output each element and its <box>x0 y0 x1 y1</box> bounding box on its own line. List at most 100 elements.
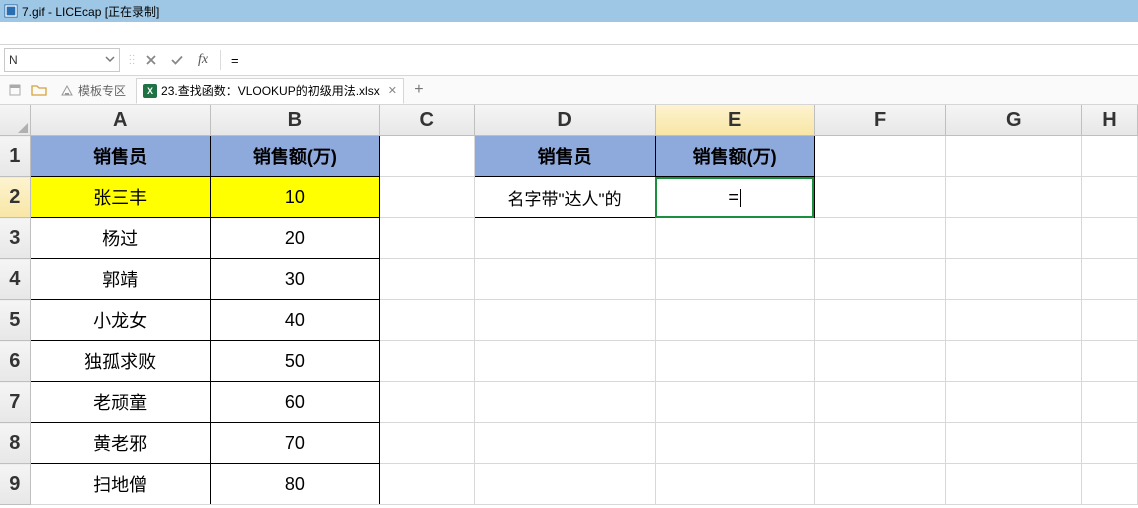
cell-C6[interactable] <box>379 341 474 382</box>
cell-C8[interactable] <box>379 423 474 464</box>
row-header-2[interactable]: 2 <box>0 177 30 218</box>
name-box[interactable]: N <box>4 48 120 72</box>
folder-icon[interactable] <box>28 79 50 101</box>
cell-F2[interactable] <box>814 177 946 218</box>
cell-B2[interactable]: 10 <box>210 177 379 218</box>
col-header-D[interactable]: D <box>474 105 655 136</box>
cell-F3[interactable] <box>814 218 946 259</box>
cell-D1[interactable]: 销售员 <box>474 136 655 177</box>
row-header-3[interactable]: 3 <box>0 218 30 259</box>
cell-C1[interactable] <box>379 136 474 177</box>
cell-F8[interactable] <box>814 423 946 464</box>
cancel-button[interactable] <box>138 49 164 71</box>
cell-B6[interactable]: 50 <box>210 341 379 382</box>
cell-C4[interactable] <box>379 259 474 300</box>
cell-D4[interactable] <box>474 259 655 300</box>
row-header-6[interactable]: 6 <box>0 341 30 382</box>
cell-G5[interactable] <box>946 300 1082 341</box>
spreadsheet-grid[interactable]: I A B C D E F G H 1 销售员 销售额(万) 销售员 销售额(万… <box>0 105 1138 508</box>
cell-D9[interactable] <box>474 464 655 505</box>
enter-button[interactable] <box>164 49 190 71</box>
cell-H2[interactable] <box>1082 177 1138 218</box>
col-header-E[interactable]: E <box>655 105 814 136</box>
cell-B9[interactable]: 80 <box>210 464 379 505</box>
cell-D3[interactable] <box>474 218 655 259</box>
cell-E3[interactable] <box>655 218 814 259</box>
col-header-H[interactable]: H <box>1082 105 1138 136</box>
cell-D8[interactable] <box>474 423 655 464</box>
cell-B3[interactable]: 20 <box>210 218 379 259</box>
select-all-corner[interactable] <box>0 105 30 136</box>
file-tab-active[interactable]: X 23.查找函数：VLOOKUP的初级用法.xlsx ✕ <box>136 78 404 104</box>
cell-B8[interactable]: 70 <box>210 423 379 464</box>
close-tab-icon[interactable]: ✕ <box>388 84 397 97</box>
cell-B5[interactable]: 40 <box>210 300 379 341</box>
cell-D2[interactable]: 名字带"达人"的 <box>474 177 655 218</box>
col-header-C[interactable]: C <box>379 105 474 136</box>
cell-G2[interactable] <box>946 177 1082 218</box>
cell-A7[interactable]: 老顽童 <box>30 382 210 423</box>
template-zone-button[interactable]: 模板专区 <box>52 79 134 101</box>
cell-H7[interactable] <box>1082 382 1138 423</box>
cell-F4[interactable] <box>814 259 946 300</box>
cell-H9[interactable] <box>1082 464 1138 505</box>
cell-E5[interactable] <box>655 300 814 341</box>
cell-B1[interactable]: 销售额(万) <box>210 136 379 177</box>
cell-G9[interactable] <box>946 464 1082 505</box>
cell-A9[interactable]: 扫地僧 <box>30 464 210 505</box>
cell-G7[interactable] <box>946 382 1082 423</box>
row-header-9[interactable]: 9 <box>0 464 30 505</box>
new-tab-button[interactable]: + <box>408 81 430 99</box>
cell-E1[interactable]: 销售额(万) <box>655 136 814 177</box>
cell-A8[interactable]: 黄老邪 <box>30 423 210 464</box>
cell-E8[interactable] <box>655 423 814 464</box>
cell-H6[interactable] <box>1082 341 1138 382</box>
name-box-dropdown-icon[interactable] <box>103 53 117 67</box>
cell-A1[interactable]: 销售员 <box>30 136 210 177</box>
row-header-5[interactable]: 5 <box>0 300 30 341</box>
cell-G8[interactable] <box>946 423 1082 464</box>
cell-E7[interactable] <box>655 382 814 423</box>
cell-C3[interactable] <box>379 218 474 259</box>
cell-C2[interactable] <box>379 177 474 218</box>
row-header-4[interactable]: 4 <box>0 259 30 300</box>
cell-D5[interactable] <box>474 300 655 341</box>
cell-G3[interactable] <box>946 218 1082 259</box>
cell-G4[interactable] <box>946 259 1082 300</box>
cell-F7[interactable] <box>814 382 946 423</box>
row-header-1[interactable]: 1 <box>0 136 30 177</box>
col-header-F[interactable]: F <box>814 105 946 136</box>
cell-H3[interactable] <box>1082 218 1138 259</box>
cell-F9[interactable] <box>814 464 946 505</box>
fx-button[interactable]: fx <box>190 52 216 68</box>
cell-B4[interactable]: 30 <box>210 259 379 300</box>
cell-E4[interactable] <box>655 259 814 300</box>
row-header-7[interactable]: 7 <box>0 382 30 423</box>
formula-input[interactable] <box>225 49 1138 71</box>
col-header-G[interactable]: G <box>946 105 1082 136</box>
cell-C9[interactable] <box>379 464 474 505</box>
cell-C7[interactable] <box>379 382 474 423</box>
cell-A6[interactable]: 独孤求败 <box>30 341 210 382</box>
cell-D7[interactable] <box>474 382 655 423</box>
col-header-B[interactable]: B <box>210 105 379 136</box>
cell-B7[interactable]: 60 <box>210 382 379 423</box>
cell-G6[interactable] <box>946 341 1082 382</box>
col-header-A[interactable]: A <box>30 105 210 136</box>
cell-H1[interactable] <box>1082 136 1138 177</box>
cell-F1[interactable] <box>814 136 946 177</box>
cell-F5[interactable] <box>814 300 946 341</box>
cell-H8[interactable] <box>1082 423 1138 464</box>
cell-A3[interactable]: 杨过 <box>30 218 210 259</box>
cell-D6[interactable] <box>474 341 655 382</box>
cell-A2[interactable]: 张三丰 <box>30 177 210 218</box>
cell-E9[interactable] <box>655 464 814 505</box>
cell-F6[interactable] <box>814 341 946 382</box>
nav-back-button[interactable] <box>4 79 26 101</box>
cell-A4[interactable]: 郭靖 <box>30 259 210 300</box>
cell-G1[interactable] <box>946 136 1082 177</box>
cell-E6[interactable] <box>655 341 814 382</box>
cell-C5[interactable] <box>379 300 474 341</box>
cell-H4[interactable] <box>1082 259 1138 300</box>
cell-H5[interactable] <box>1082 300 1138 341</box>
